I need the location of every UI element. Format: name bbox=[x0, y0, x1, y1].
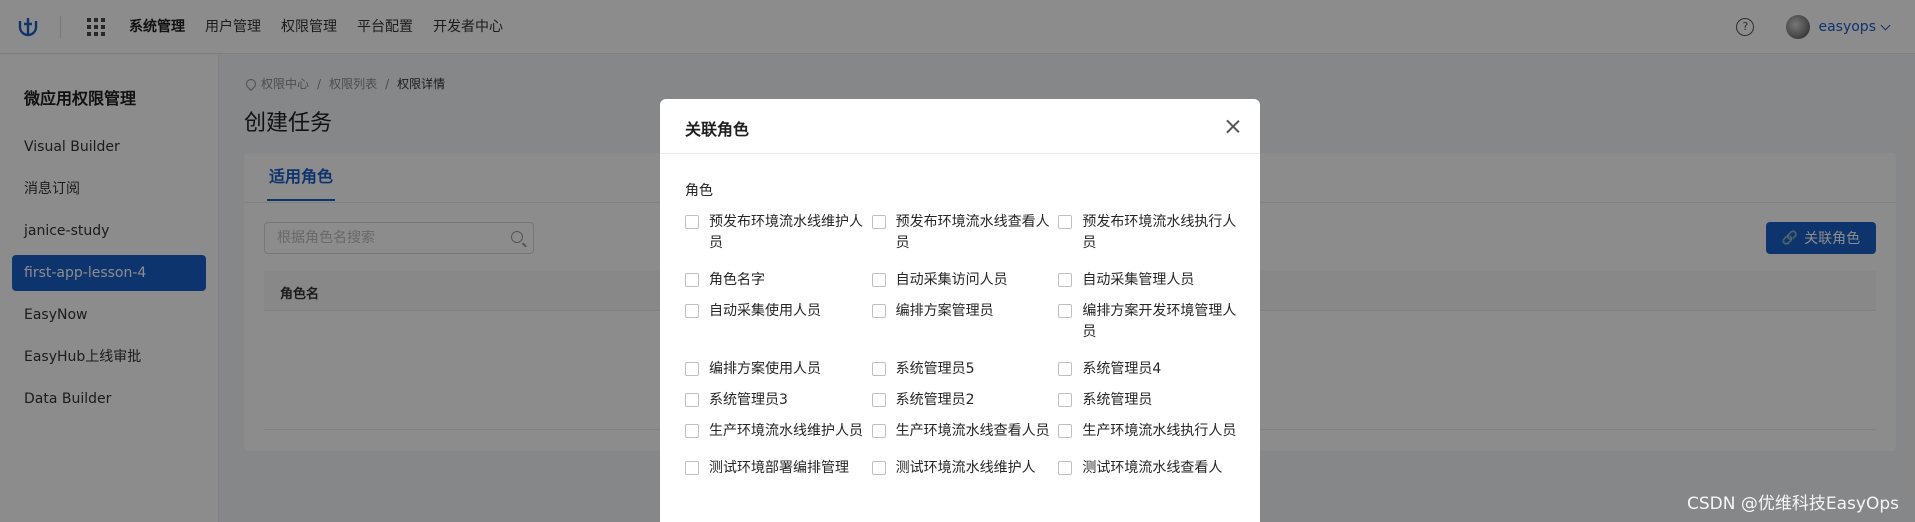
role-checkbox-option[interactable]: 系统管理员3 bbox=[685, 390, 872, 411]
checkbox-row: 生产环境流水线维护人员 生产环境流水线查看人员 生产环境流水线执行人员 bbox=[685, 421, 1245, 442]
role-checkbox-option[interactable]: 预发布环境流水线查看人员 bbox=[871, 212, 1059, 254]
role-option-label: 生产环境流水线查看人员 bbox=[895, 423, 1050, 439]
role-checkbox-option[interactable]: 自动采集使用人员 bbox=[685, 301, 872, 343]
role-option-label: 编排方案开发环境管理人员 bbox=[1082, 303, 1237, 340]
role-option-label: 自动采集使用人员 bbox=[709, 303, 821, 319]
role-option-label: 自动采集管理人员 bbox=[1082, 272, 1195, 288]
role-option-label: 角色名字 bbox=[709, 272, 765, 288]
role-checkbox-option[interactable]: 系统管理员2 bbox=[871, 390, 1059, 411]
checkbox-row: 系统管理员3 系统管理员2 系统管理员 bbox=[685, 390, 1245, 411]
checkbox[interactable] bbox=[685, 215, 699, 229]
role-option-label: 系统管理员4 bbox=[1082, 361, 1162, 377]
checkbox[interactable] bbox=[871, 273, 886, 287]
role-checkbox-option[interactable]: 预发布环境流水线维护人员 bbox=[685, 212, 872, 254]
checkbox-row: 角色名字 自动采集访问人员 自动采集管理人员 bbox=[685, 270, 1245, 291]
checkbox-row: 测试环境部署编排管理 测试环境流水线维护人 测试环境流水线查看人 bbox=[685, 458, 1245, 479]
checkbox[interactable] bbox=[685, 304, 699, 318]
checkbox-row: 自动采集使用人员 编排方案管理员 编排方案开发环境管理人员 bbox=[685, 301, 1245, 343]
role-checkbox-option[interactable]: 自动采集访问人员 bbox=[871, 270, 1059, 291]
link-role-modal: 关联角色 角色 预发布环境流水线维护人员 预发布环境流水线查看人员 预发布环境流水线… bbox=[660, 99, 1260, 522]
checkbox[interactable] bbox=[871, 362, 886, 376]
role-option-label: 编排方案管理员 bbox=[895, 303, 994, 319]
checkbox-row: 编排方案使用人员 系统管理员5 系统管理员4 bbox=[685, 359, 1245, 380]
role-option-label: 系统管理员 bbox=[1082, 392, 1153, 408]
role-option-label: 预发布环境流水线维护人员 bbox=[709, 214, 863, 251]
checkbox[interactable] bbox=[871, 461, 886, 475]
role-checkbox-option[interactable]: 生产环境流水线执行人员 bbox=[1058, 421, 1245, 442]
role-option-label: 自动采集访问人员 bbox=[895, 272, 1008, 288]
role-checkbox-option[interactable]: 编排方案管理员 bbox=[871, 301, 1059, 343]
role-option-label: 预发布环境流水线查看人员 bbox=[895, 214, 1050, 251]
modal-title: 关联角色 bbox=[685, 120, 750, 139]
role-option-label: 生产环境流水线维护人员 bbox=[709, 423, 863, 439]
role-option-label: 系统管理员5 bbox=[895, 361, 975, 377]
checkbox[interactable] bbox=[1058, 393, 1073, 407]
role-option-label: 系统管理员3 bbox=[709, 392, 788, 408]
role-checkbox-option[interactable]: 测试环境流水线维护人 bbox=[871, 458, 1059, 479]
role-checkbox-option[interactable]: 预发布环境流水线执行人员 bbox=[1058, 212, 1245, 254]
role-field-label: 角色 bbox=[685, 183, 713, 199]
checkbox[interactable] bbox=[1058, 461, 1073, 475]
checkbox[interactable] bbox=[685, 393, 699, 407]
checkbox[interactable] bbox=[685, 461, 699, 475]
role-option-label: 预发布环境流水线执行人员 bbox=[1082, 214, 1237, 251]
role-option-label: 系统管理员2 bbox=[895, 392, 975, 408]
close-icon[interactable] bbox=[1226, 119, 1240, 133]
role-checkbox-option[interactable]: 生产环境流水线查看人员 bbox=[871, 421, 1059, 442]
watermark: CSDN @优维科技EasyOps bbox=[1687, 494, 1899, 514]
checkbox[interactable] bbox=[685, 424, 699, 438]
role-option-label: 测试环境部署编排管理 bbox=[709, 460, 849, 476]
role-checkbox-option[interactable]: 系统管理员5 bbox=[871, 359, 1059, 380]
checkbox[interactable] bbox=[685, 362, 699, 376]
role-checkbox-option[interactable]: 自动采集管理人员 bbox=[1058, 270, 1245, 291]
checkbox[interactable] bbox=[685, 273, 699, 287]
role-checkbox-option[interactable]: 测试环境部署编排管理 bbox=[685, 458, 872, 479]
role-checkbox-option[interactable]: 编排方案开发环境管理人员 bbox=[1058, 301, 1245, 343]
checkbox[interactable] bbox=[871, 393, 886, 407]
checkbox[interactable] bbox=[1058, 362, 1073, 376]
checkbox[interactable] bbox=[871, 304, 886, 318]
role-checkbox-option[interactable]: 系统管理员4 bbox=[1058, 359, 1245, 380]
checkbox[interactable] bbox=[1058, 424, 1073, 438]
role-checkbox-option[interactable]: 测试环境流水线查看人 bbox=[1058, 458, 1245, 479]
modal-header: 关联角色 bbox=[660, 99, 1260, 154]
checkbox[interactable] bbox=[871, 215, 886, 229]
role-checkbox-option[interactable]: 生产环境流水线维护人员 bbox=[685, 421, 872, 442]
role-option-label: 编排方案使用人员 bbox=[709, 361, 821, 377]
checkbox[interactable] bbox=[1058, 273, 1073, 287]
checkbox[interactable] bbox=[1058, 215, 1073, 229]
role-checkbox-option[interactable]: 编排方案使用人员 bbox=[685, 359, 872, 380]
role-option-label: 生产环境流水线执行人员 bbox=[1082, 423, 1237, 439]
role-checkbox-option[interactable]: 系统管理员 bbox=[1058, 390, 1245, 411]
checkbox-row: 预发布环境流水线维护人员 预发布环境流水线查看人员 预发布环境流水线执行人员 bbox=[685, 212, 1245, 254]
checkbox[interactable] bbox=[1058, 304, 1073, 318]
role-checkbox-option[interactable]: 角色名字 bbox=[685, 270, 872, 291]
role-checkbox-group: 预发布环境流水线维护人员 预发布环境流水线查看人员 预发布环境流水线执行人员角色名字… bbox=[685, 212, 1245, 489]
checkbox[interactable] bbox=[871, 424, 886, 438]
role-option-label: 测试环境流水线维护人 bbox=[895, 460, 1036, 476]
role-option-label: 测试环境流水线查看人 bbox=[1082, 460, 1223, 476]
